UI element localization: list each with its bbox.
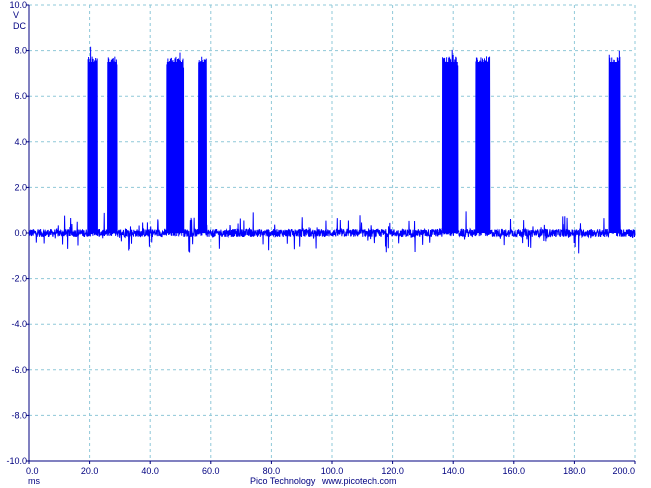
y-tick-label: 6.0 <box>14 91 27 101</box>
pulse-block <box>88 62 98 233</box>
y-tick-label: 2.0 <box>14 182 27 192</box>
x-tick-label: 180.0 <box>563 466 586 476</box>
y-tick-label: 10.0 <box>9 0 27 10</box>
pulse-block <box>166 62 184 233</box>
y-axis-unit: V <box>13 10 19 20</box>
x-tick-label: 160.0 <box>503 466 526 476</box>
y-tick-label: -10.0 <box>6 456 27 466</box>
pulse-block <box>609 62 620 233</box>
y-tick-label: -2.0 <box>11 274 27 284</box>
y-tick-label: 4.0 <box>14 137 27 147</box>
x-tick-label: 0.0 <box>26 466 39 476</box>
x-tick-label: 100.0 <box>321 466 344 476</box>
y-axis-coupling: DC <box>13 21 26 31</box>
x-tick-label: 40.0 <box>141 466 159 476</box>
x-tick-label: 120.0 <box>381 466 404 476</box>
x-axis-unit: ms <box>28 476 40 486</box>
y-tick-label: 0.0 <box>14 228 27 238</box>
y-tick-label: -8.0 <box>11 410 27 420</box>
pulse-block <box>475 62 490 233</box>
x-tick-label: 20.0 <box>81 466 99 476</box>
x-tick-label: 140.0 <box>442 466 465 476</box>
pulse-block <box>107 62 117 233</box>
y-tick-label: -6.0 <box>11 365 27 375</box>
y-axis-ticks: 10.0 8.0 6.0 4.0 2.0 0.0 -2.0 -4.0 -6.0 -8.0 -10.0 <box>6 0 29 466</box>
pulse-block <box>198 62 207 233</box>
x-tick-label: 60.0 <box>202 466 220 476</box>
x-tick-label: 200.0 <box>612 466 635 476</box>
x-axis-ticks: 0.0 20.0 40.0 60.0 80.0 100.0 120.0 140.0 160.0 1… <box>26 461 636 476</box>
y-tick-label: 8.0 <box>14 46 27 56</box>
pulse-block <box>442 62 458 233</box>
footer-brand: Pico Technology <box>250 476 316 486</box>
footer-url: www.picotech.com <box>321 476 397 486</box>
y-tick-label: -4.0 <box>11 319 27 329</box>
oscilloscope-chart: 10.0 8.0 6.0 4.0 2.0 0.0 -2.0 -4.0 -6.0 -8.0 -10.0… <box>6 0 636 486</box>
x-tick-label: 80.0 <box>263 466 281 476</box>
